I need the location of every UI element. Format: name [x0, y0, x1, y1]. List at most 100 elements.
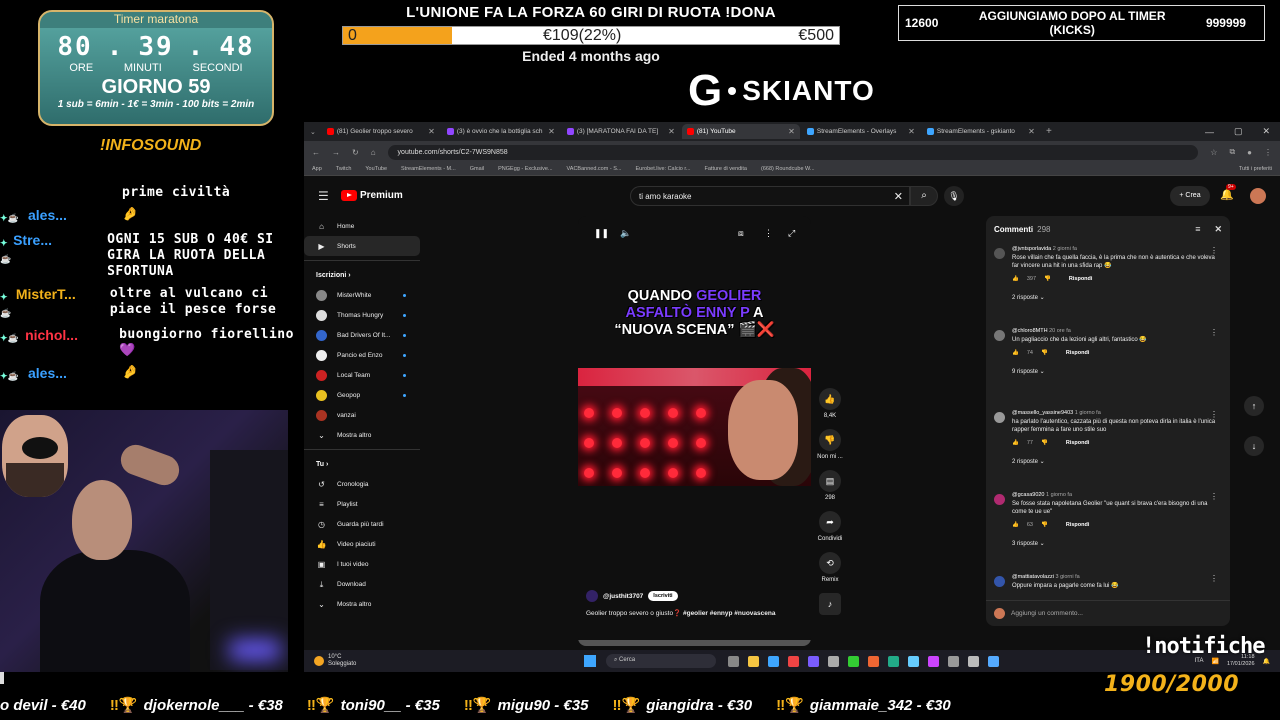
- chat-username[interactable]: [28, 185, 122, 201]
- subscription-item[interactable]: Bad Drivers Of It...: [304, 325, 420, 345]
- voice-search-icon[interactable]: 🎙: [944, 186, 964, 206]
- share-button[interactable]: ➦ Condividi: [812, 511, 848, 542]
- sidebar-item[interactable]: ⌂ Home: [304, 216, 420, 236]
- you-item[interactable]: ≡ Playlist: [304, 494, 420, 514]
- maximize-icon[interactable]: ▢: [1234, 126, 1243, 137]
- show-replies-button[interactable]: 9 risposte ⌄: [1012, 368, 1216, 375]
- reload-icon[interactable]: ↻: [352, 148, 359, 157]
- commenter-avatar[interactable]: [994, 330, 1005, 341]
- comment-dislike-icon[interactable]: 👎: [1044, 276, 1051, 282]
- volume-icon[interactable]: 🔈: [620, 228, 631, 239]
- search-button[interactable]: ⌕: [910, 186, 938, 206]
- comment-author[interactable]: @mattiatavolazzi 3 giorni fa: [1012, 574, 1216, 580]
- channel-avatar[interactable]: [586, 590, 598, 602]
- browser-menu-icon[interactable]: ⋮: [1264, 148, 1272, 157]
- taskbar-app-icon[interactable]: [828, 655, 839, 667]
- extensions-icon[interactable]: ⧉: [1229, 147, 1235, 157]
- youtube-logo[interactable]: Premium: [341, 190, 403, 201]
- video-scrub-bar[interactable]: [578, 640, 811, 646]
- browser-tab[interactable]: (3) [MARATONA FAI DA TE] ✕: [562, 124, 680, 139]
- browser-tab[interactable]: (3) è ovvio che la bottiglia sch ✕: [442, 124, 560, 139]
- subscription-item[interactable]: MisterWhite: [304, 285, 420, 305]
- taskbar-app-icon[interactable]: [948, 655, 959, 667]
- more-options-icon[interactable]: ⋮: [764, 228, 773, 239]
- tab-close-icon[interactable]: ✕: [548, 127, 555, 136]
- video-description[interactable]: Geolier troppo severo o giusto❓ #geolier…: [586, 609, 806, 617]
- previous-short-icon[interactable]: ↑: [1244, 396, 1264, 416]
- sidebar-show-more-2[interactable]: ⌄ Mostra altro: [304, 594, 420, 614]
- subscription-item[interactable]: Thomas Hungry: [304, 305, 420, 325]
- chat-username[interactable]: MisterT...: [16, 286, 110, 321]
- comment-like-icon[interactable]: 👍: [1012, 440, 1019, 446]
- tab-list-icon[interactable]: ⌄: [310, 128, 316, 136]
- next-short-icon[interactable]: ↓: [1244, 436, 1264, 456]
- comment-like-icon[interactable]: 👍: [1012, 276, 1019, 282]
- reply-button[interactable]: Rispondi: [1066, 350, 1090, 356]
- bookmark-star-icon[interactable]: ☆: [1210, 148, 1217, 157]
- search-input[interactable]: ti amo karaoke ✕: [630, 186, 910, 206]
- you-item[interactable]: ◷ Guarda più tardi: [304, 514, 420, 534]
- subscription-item[interactable]: Geopop: [304, 385, 420, 405]
- browser-tab[interactable]: StreamElements - Overlays ✕: [802, 124, 920, 139]
- taskbar-app-icon[interactable]: [848, 655, 859, 667]
- taskbar-app-icon[interactable]: [868, 655, 879, 667]
- browser-tab[interactable]: (81) YouTube ✕: [681, 124, 800, 139]
- comment-author[interactable]: @gcasa9020 1 giorno fa: [1012, 492, 1216, 498]
- taskbar-app-icon[interactable]: [768, 655, 779, 667]
- taskbar-app-icon[interactable]: [888, 655, 899, 667]
- comment-like-icon[interactable]: 👍: [1012, 522, 1019, 528]
- comment-menu-icon[interactable]: ⋮: [1210, 328, 1218, 337]
- bookmark-item[interactable]: (668) Roundcube W...: [761, 166, 815, 172]
- sidebar-show-more[interactable]: ⌄ Mostra altro: [304, 425, 420, 445]
- windows-start-icon[interactable]: [584, 655, 596, 667]
- tab-close-icon[interactable]: ✕: [908, 127, 915, 136]
- taskbar-app-icon[interactable]: [748, 655, 759, 667]
- hamburger-menu-icon[interactable]: ☰: [318, 189, 329, 203]
- comment-dislike-icon[interactable]: 👎: [1041, 350, 1048, 356]
- taskbar-search[interactable]: ⌕ Cerca: [606, 654, 716, 668]
- comment-menu-icon[interactable]: ⋮: [1210, 410, 1218, 419]
- sort-icon[interactable]: ≡: [1195, 224, 1200, 235]
- browser-tab[interactable]: StreamElements - gskianto ✕: [922, 124, 1040, 139]
- close-window-icon[interactable]: ✕: [1262, 126, 1270, 137]
- create-button[interactable]: + Crea: [1170, 186, 1210, 206]
- chat-username[interactable]: nichol...: [25, 327, 119, 359]
- comment-author[interactable]: @jvntsporlavida 2 giorni fa: [1012, 246, 1216, 252]
- tab-close-icon[interactable]: ✕: [1028, 127, 1035, 136]
- taskbar-app-icon[interactable]: [788, 655, 799, 667]
- show-replies-button[interactable]: 2 risposte ⌄: [1012, 294, 1216, 301]
- chat-username[interactable]: ales...: [28, 207, 122, 226]
- you-item[interactable]: 👍 Video piaciuti: [304, 534, 420, 554]
- taskbar-app-icon[interactable]: [968, 655, 979, 667]
- comments-button[interactable]: ▤ 298: [812, 470, 848, 501]
- like-button[interactable]: 👍 8,4K: [812, 388, 848, 419]
- tab-close-icon[interactable]: ✕: [788, 127, 795, 136]
- bookmark-item[interactable]: Twitch: [336, 166, 352, 172]
- minimize-icon[interactable]: —: [1205, 127, 1214, 137]
- taskbar-app-icon[interactable]: [728, 655, 739, 667]
- subscription-item[interactable]: vanzai: [304, 405, 420, 425]
- tab-close-icon[interactable]: ✕: [428, 127, 435, 136]
- captions-icon[interactable]: ⧈: [738, 228, 744, 239]
- new-tab-button[interactable]: +: [1042, 126, 1056, 137]
- channel-name[interactable]: @justhit3707: [603, 593, 643, 600]
- commenter-avatar[interactable]: [994, 494, 1005, 505]
- commenter-avatar[interactable]: [994, 412, 1005, 423]
- comment-menu-icon[interactable]: ⋮: [1210, 574, 1218, 583]
- clear-search-icon[interactable]: ✕: [894, 190, 903, 203]
- comment-like-icon[interactable]: 👍: [1012, 350, 1019, 356]
- profile-icon[interactable]: ●: [1247, 148, 1252, 157]
- comment-dislike-icon[interactable]: 👎: [1041, 522, 1048, 528]
- reply-button[interactable]: Rispondi: [1066, 522, 1090, 528]
- comment-dislike-icon[interactable]: 👎: [1041, 440, 1048, 446]
- reply-button[interactable]: Rispondi: [1069, 276, 1093, 282]
- remix-button[interactable]: ⟲ Remix: [812, 552, 848, 583]
- commenter-avatar[interactable]: [994, 248, 1005, 259]
- you-header[interactable]: Tu ›: [304, 454, 420, 474]
- tab-close-icon[interactable]: ✕: [668, 127, 675, 136]
- comment-menu-icon[interactable]: ⋮: [1210, 246, 1218, 255]
- you-item[interactable]: ⤓ Download: [304, 574, 420, 594]
- subscriptions-header[interactable]: Iscrizioni ›: [304, 265, 420, 285]
- taskbar-app-icon[interactable]: [928, 655, 939, 667]
- bookmark-item[interactable]: PNGEgg - Exclusive...: [498, 166, 552, 172]
